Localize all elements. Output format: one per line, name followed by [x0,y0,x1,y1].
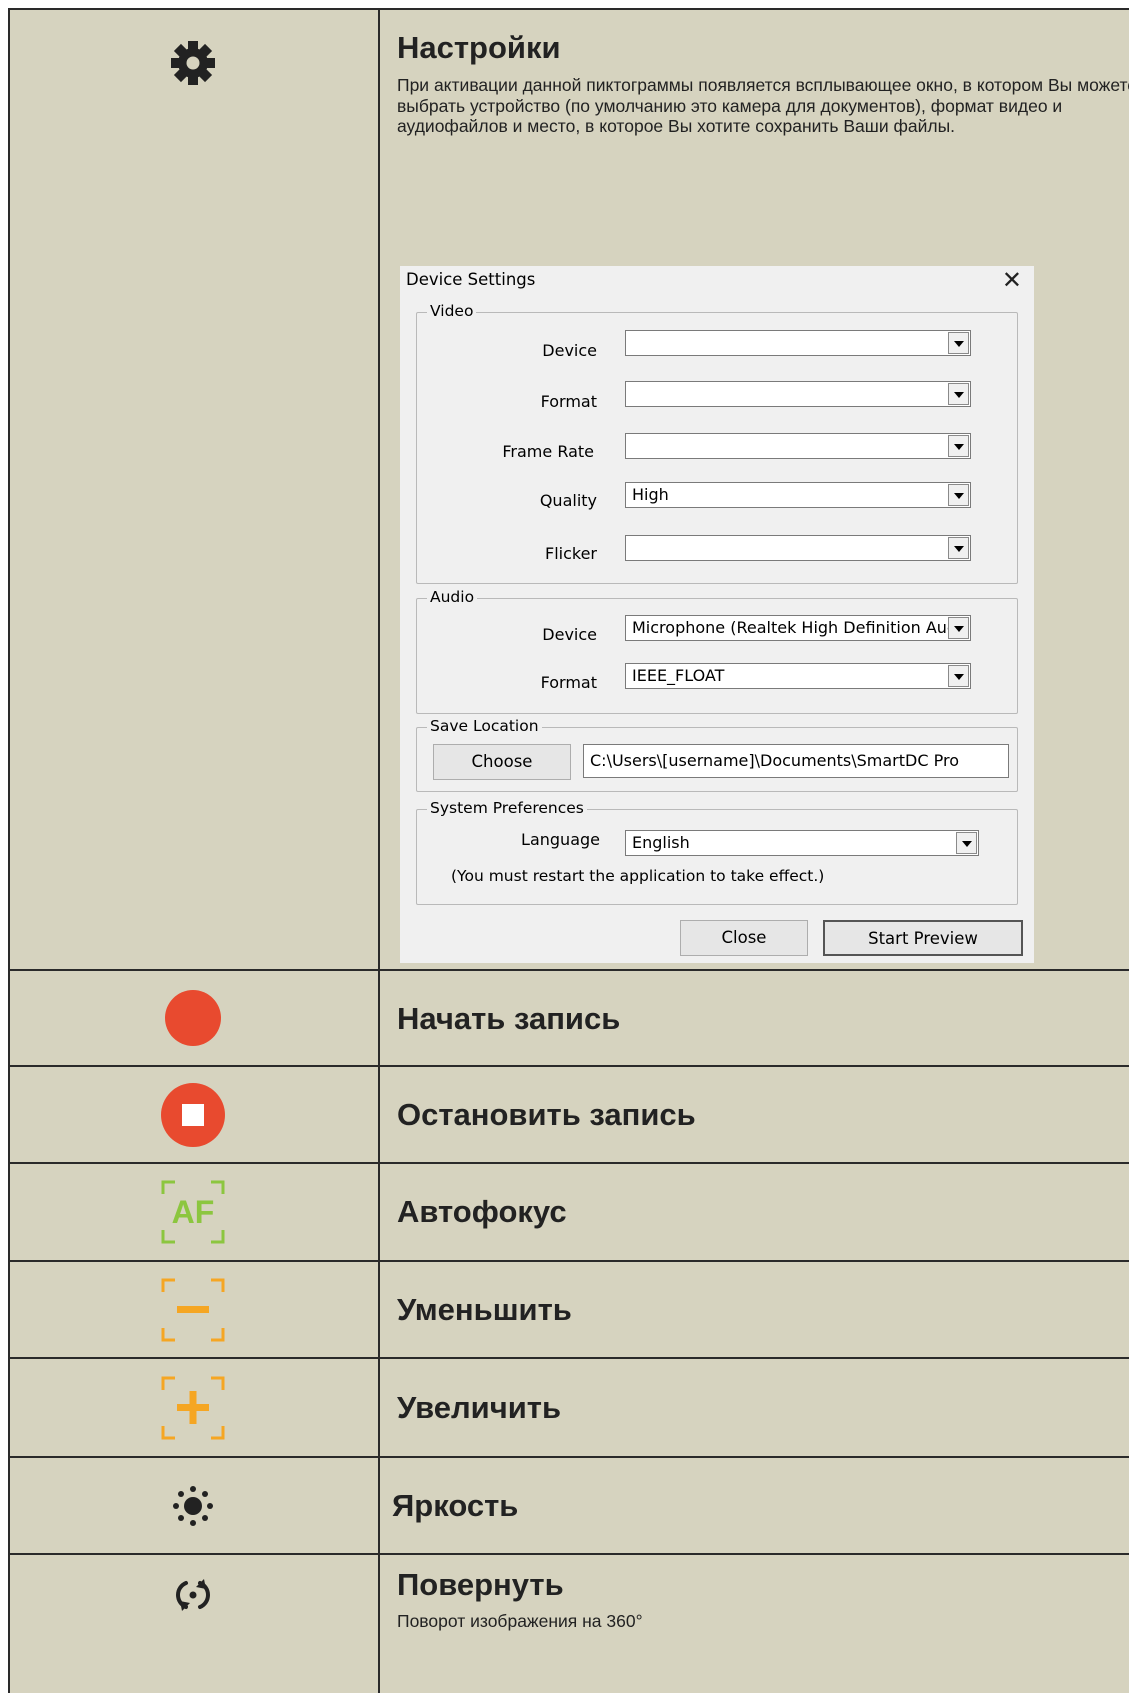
brightness-title: Яркость [392,1488,519,1523]
record-icon-cell [8,971,378,1065]
chevron-down-icon[interactable] [956,832,977,854]
language-select[interactable]: English [625,830,979,856]
save-location-label: Save Location [427,717,542,735]
chevron-down-icon[interactable] [948,617,969,639]
chevron-down-icon[interactable] [948,484,969,506]
gear-icon [171,41,215,85]
save-location-group: Save Location Choose C:\Users\[username]… [416,717,1018,792]
table-row-zoom-out: Уменьшить [8,1262,1129,1357]
chevron-down-icon[interactable] [948,665,969,687]
video-device-label: Device [542,341,597,360]
brightness-icon [173,1485,213,1526]
quality-value: High [632,485,669,504]
system-preferences-label: System Preferences [427,799,587,817]
zoom-out-icon [161,1278,225,1341]
feature-table: Настройки При активации данной пиктограм… [8,8,1129,1693]
quality-label: Quality [539,491,597,510]
video-device-select[interactable] [625,330,971,356]
video-group: Video Device Format Frame Rate Quality H… [416,302,1018,584]
record-icon [165,990,221,1046]
zoom-in-title: Увеличить [397,1390,562,1425]
video-format-select[interactable] [625,381,971,407]
flicker-label: Flicker [544,544,597,563]
rotate-icon [176,1579,210,1611]
flicker-select[interactable] [625,535,971,561]
chevron-down-icon[interactable] [948,435,969,457]
audio-group: Audio Device Microphone (Realtek High De… [416,588,1018,714]
table-row-zoom-in: Увеличить [8,1359,1129,1456]
restart-note: (You must restart the application to tak… [451,867,825,885]
dialog-title: Device Settings [406,270,536,289]
zoom-out-icon-cell [8,1262,378,1357]
system-preferences-group: System Preferences Language English (You… [416,799,1018,905]
autofocus-icon: AF [161,1180,225,1244]
chevron-down-icon[interactable] [948,537,969,559]
audio-group-label: Audio [427,588,478,606]
choose-button[interactable]: Choose [433,744,571,780]
zoom-out-title: Уменьшить [397,1292,572,1327]
table-row-start-record: Начать запись [8,971,1129,1065]
audio-format-label: Format [540,673,597,692]
table-row-brightness: Яркость [8,1458,1129,1553]
rotate-icon-cell [8,1565,378,1625]
frame-rate-label: Frame Rate [502,442,594,461]
brightness-icon-cell [8,1458,378,1553]
language-value: English [632,833,690,852]
stop-icon [161,1082,225,1147]
rotate-title: Повернуть [397,1567,564,1602]
chevron-down-icon[interactable] [948,332,969,354]
autofocus-icon-text: AF [172,1194,215,1230]
zoom-in-icon [161,1376,225,1439]
rotate-description: Поворот изображения на 360° [397,1611,643,1631]
settings-description: При активации данной пиктограммы появляе… [397,75,1129,136]
device-settings-dialog: Device Settings ✕ Video Device Format Fr… [400,266,1034,963]
stop-record-title: Остановить запись [397,1097,696,1132]
table-row-autofocus: AF Автофокус [8,1164,1129,1260]
table-row-stop-record: Остановить запись [8,1067,1129,1162]
audio-format-value: IEEE_FLOAT [632,666,725,685]
save-path-field[interactable]: C:\Users\[username]\Documents\SmartDC Pr… [583,744,1009,778]
table-row-rotate: Повернуть Поворот изображения на 360° [8,1555,1129,1693]
start-record-title: Начать запись [397,1001,621,1036]
autofocus-title: Автофокус [397,1194,567,1229]
audio-device-value: Microphone (Realtek High Definition Auc [632,618,956,637]
language-label: Language [521,830,600,849]
quality-select[interactable]: High [625,482,971,508]
settings-title: Настройки [397,30,561,65]
table-row-settings: Настройки При активации данной пиктограм… [8,8,1129,969]
stop-icon-cell [8,1067,378,1162]
close-button[interactable]: Close [680,920,808,956]
settings-icon-cell [8,28,378,98]
chevron-down-icon[interactable] [948,383,969,405]
audio-format-select[interactable]: IEEE_FLOAT [625,663,971,689]
video-format-label: Format [540,392,597,411]
start-preview-button[interactable]: Start Preview [823,920,1023,956]
autofocus-icon-cell: AF [8,1164,378,1260]
frame-rate-select[interactable] [625,433,971,459]
audio-device-select[interactable]: Microphone (Realtek High Definition Auc [625,615,971,641]
zoom-in-icon-cell [8,1359,378,1456]
video-group-label: Video [427,302,477,320]
audio-device-label: Device [542,625,597,644]
close-icon[interactable]: ✕ [1002,266,1022,294]
